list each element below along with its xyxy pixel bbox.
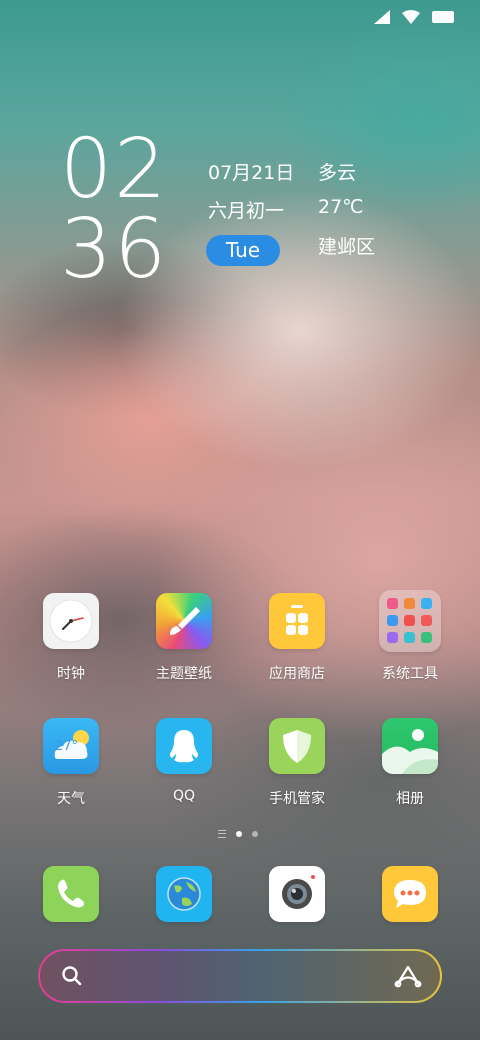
app-theme-wallpaper[interactable]: 主题壁纸 bbox=[134, 593, 234, 683]
signal-icon bbox=[374, 10, 390, 24]
folder-icon bbox=[379, 590, 441, 652]
wifi-icon bbox=[402, 10, 420, 24]
app-system-tools-folder[interactable]: 系统工具 bbox=[360, 590, 460, 683]
app-label: QQ bbox=[172, 788, 196, 804]
lunar-date-text: 六月初一 bbox=[208, 200, 285, 222]
date-text: 07月21日 bbox=[208, 162, 295, 184]
temperature-text[interactable]: 27℃ bbox=[318, 196, 364, 218]
page-dot[interactable] bbox=[252, 831, 258, 837]
search-bar-inner[interactable] bbox=[40, 951, 440, 1001]
browser-globe-icon bbox=[156, 866, 212, 922]
location-text[interactable]: 建邺区 bbox=[318, 232, 375, 259]
app-label: 系统工具 bbox=[382, 666, 438, 682]
phone-icon bbox=[43, 866, 99, 922]
camera-icon bbox=[269, 866, 325, 922]
clock-widget[interactable]: 02 36 bbox=[60, 122, 169, 297]
qq-icon bbox=[156, 718, 212, 774]
dock-browser[interactable] bbox=[134, 866, 234, 922]
page-list-icon[interactable] bbox=[218, 830, 226, 838]
dock-camera[interactable] bbox=[247, 866, 347, 922]
clock-hours: 02 bbox=[60, 122, 169, 217]
app-label: 主题壁纸 bbox=[156, 666, 212, 682]
weather-icon: 27° bbox=[43, 718, 99, 774]
app-store[interactable]: 应用商店 bbox=[247, 593, 347, 683]
app-weather[interactable]: 27° 天气 bbox=[21, 718, 121, 808]
theme-brush-icon bbox=[156, 593, 212, 649]
app-phone-manager[interactable]: 手机管家 bbox=[247, 718, 347, 808]
assistant-icon[interactable] bbox=[394, 964, 422, 988]
gallery-icon bbox=[382, 718, 438, 774]
weather-condition[interactable]: 多云 bbox=[318, 158, 356, 185]
shield-icon bbox=[269, 718, 325, 774]
clock-minutes: 36 bbox=[60, 202, 169, 297]
dock-messages[interactable] bbox=[360, 866, 460, 922]
status-bar bbox=[374, 10, 454, 24]
app-label: 相册 bbox=[396, 791, 424, 807]
clock-icon bbox=[43, 593, 99, 649]
app-gallery[interactable]: 相册 bbox=[360, 718, 460, 808]
search-icon[interactable] bbox=[60, 964, 84, 988]
page-indicator[interactable] bbox=[218, 830, 258, 838]
weather-temp-badge: 27° bbox=[55, 739, 79, 754]
battery-icon bbox=[432, 11, 454, 23]
app-label: 时钟 bbox=[57, 666, 85, 682]
weekday-badge: Tue bbox=[206, 235, 280, 266]
dock-phone[interactable] bbox=[21, 866, 121, 922]
messages-icon bbox=[382, 866, 438, 922]
app-store-icon bbox=[269, 593, 325, 649]
search-bar[interactable] bbox=[38, 949, 442, 1003]
app-label: 应用商店 bbox=[269, 666, 325, 682]
app-label: 手机管家 bbox=[269, 791, 325, 807]
app-clock[interactable]: 时钟 bbox=[21, 593, 121, 683]
app-qq[interactable]: QQ bbox=[134, 718, 234, 804]
app-label: 天气 bbox=[57, 791, 85, 807]
page-dot[interactable] bbox=[236, 831, 242, 837]
